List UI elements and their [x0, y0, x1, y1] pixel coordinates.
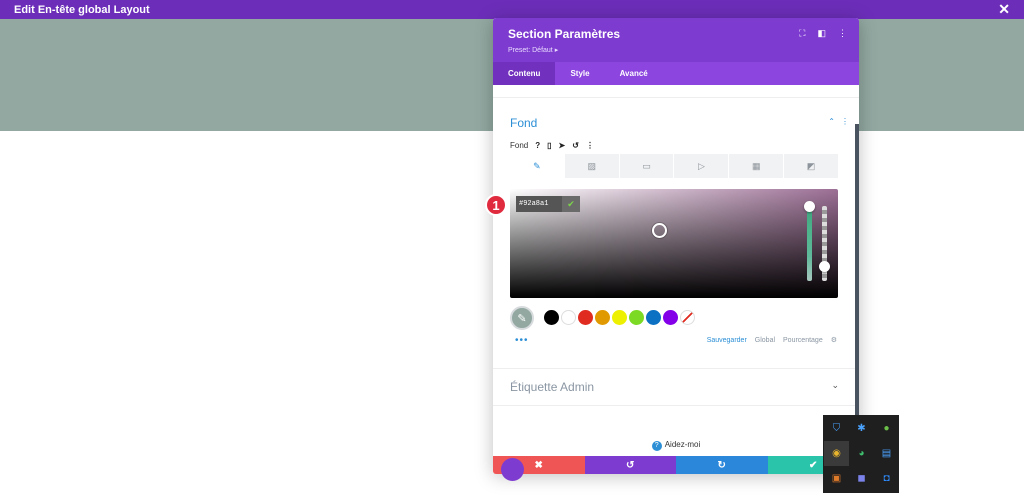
page-title: Edit En-tête global Layout [14, 3, 150, 16]
color-actions: Sauvegarder Global Pourcentage ⚙ [707, 336, 837, 345]
settings-gear-icon[interactable]: ⚙ [831, 336, 837, 344]
pattern-icon[interactable]: ▦ [729, 154, 784, 178]
divider [493, 405, 859, 406]
panel-tabs: Contenu Style Avancé [493, 62, 859, 85]
more-options-icon[interactable]: ⋮ [838, 28, 847, 39]
responsive-icon[interactable]: ▯ [547, 141, 551, 150]
save-color-link[interactable]: Sauvegarder [707, 337, 747, 344]
mask-icon[interactable]: ◩ [784, 154, 838, 178]
zoom-icon[interactable]: ◘ [874, 466, 899, 491]
hue-slider[interactable] [807, 206, 812, 281]
opacity-knob[interactable] [819, 261, 830, 272]
hex-input[interactable]: #92a8a1 [516, 196, 562, 212]
fond-field-row: Fond ? ▯ ➤ ↺ ⋮ [510, 141, 594, 150]
fond-section-title[interactable]: Fond [510, 116, 537, 130]
redo-button[interactable]: ↻ [676, 456, 768, 474]
redo-icon: ↻ [717, 459, 726, 471]
panel-footer: ✖ ↺ ↻ ✔ [493, 456, 859, 474]
check-icon: ✔ [809, 459, 818, 471]
panel-body: Fond ⌃ ⋮ Fond ? ▯ ➤ ↺ ⋮ ✎ ▨ ▭ ▷ ▦ ◩ #92a… [493, 85, 859, 456]
check-icon[interactable]: ✔ [562, 196, 580, 212]
global-link[interactable]: Global [755, 337, 775, 344]
tab-contenu[interactable]: Contenu [493, 62, 556, 85]
storage-icon[interactable]: ▤ [874, 441, 899, 466]
section-more-icon[interactable]: ⋮ [841, 117, 849, 126]
color-cursor[interactable] [652, 223, 667, 238]
teams-icon[interactable]: ◼ [849, 466, 874, 491]
color-swatch[interactable] [663, 310, 678, 325]
video-icon[interactable]: ▷ [674, 154, 729, 178]
top-bar: Edit En-tête global Layout ✕ [0, 0, 1024, 19]
help-icon[interactable]: ? [535, 141, 540, 150]
eyedropper-icon[interactable]: ✎ [510, 306, 534, 330]
reset-icon[interactable]: ↺ [572, 141, 579, 150]
settings-panel: Section Paramètres Preset: Défaut ▸ ⛶ ◧ … [493, 18, 859, 474]
color-icon[interactable]: ✎ [510, 154, 564, 178]
app-icon[interactable]: ◕ [849, 441, 874, 466]
builder-dots-button[interactable] [501, 458, 524, 481]
tab-avance[interactable]: Avancé [605, 62, 663, 85]
close-icon[interactable]: ✕ [998, 2, 1010, 16]
step-badge: 1 [485, 194, 507, 216]
color-swatch[interactable] [612, 310, 627, 325]
gradient-icon[interactable]: ▨ [564, 154, 619, 178]
fond-field-label: Fond [510, 141, 529, 150]
tool-icon[interactable]: ▣ [824, 466, 849, 491]
background-type-tabs: ✎ ▨ ▭ ▷ ▦ ◩ [510, 154, 838, 178]
help-link[interactable]: ? Aidez-moi [493, 440, 859, 451]
color-swatch[interactable] [595, 310, 610, 325]
panel-header: Section Paramètres Preset: Défaut ▸ ⛶ ◧ … [493, 18, 859, 62]
help-label: Aidez-moi [664, 440, 701, 449]
divider [493, 97, 859, 98]
undo-icon: ↺ [626, 459, 635, 471]
color-swatch[interactable] [646, 310, 661, 325]
fullscreen-icon[interactable]: ⛶ [799, 28, 805, 39]
sync-ok-icon[interactable]: ● [874, 416, 899, 441]
color-swatch[interactable] [544, 310, 559, 325]
color-swatch[interactable] [561, 310, 576, 325]
hover-icon[interactable]: ➤ [559, 141, 566, 150]
bluetooth-icon[interactable]: ✱ [849, 416, 874, 441]
chevron-down-icon[interactable]: ⌄ [831, 380, 839, 391]
split-view-icon[interactable]: ◧ [817, 28, 826, 39]
color-swatches [544, 310, 695, 325]
color-swatch[interactable] [629, 310, 644, 325]
help-circle-icon: ? [651, 441, 662, 451]
no-color-swatch[interactable] [680, 310, 695, 325]
divider [493, 368, 859, 369]
defender-icon[interactable]: ⛉ [824, 416, 849, 441]
color-swatch[interactable] [578, 310, 593, 325]
hue-knob[interactable] [804, 201, 815, 212]
color-picker-area[interactable]: #92a8a1 ✔ [510, 189, 838, 298]
close-icon: ✖ [534, 459, 543, 471]
percent-link[interactable]: Pourcentage [783, 337, 823, 344]
scrollbar[interactable] [855, 124, 859, 416]
system-tray-popup: ⛉ ✱ ● ◉ ◕ ▤ ▣ ◼ ◘ [823, 415, 899, 493]
collapse-chevron-icon[interactable]: ⌃ [828, 117, 835, 126]
undo-button[interactable]: ↺ [584, 456, 676, 474]
field-more-icon[interactable]: ⋮ [586, 141, 594, 150]
preset-selector[interactable]: Preset: Défaut ▸ [508, 46, 859, 54]
image-icon[interactable]: ▭ [619, 154, 674, 178]
tab-style[interactable]: Style [555, 62, 604, 85]
more-swatches-icon[interactable]: ••• [515, 335, 529, 346]
admin-label-section[interactable]: Étiquette Admin [510, 380, 594, 394]
chrome-icon[interactable]: ◉ [824, 441, 849, 466]
